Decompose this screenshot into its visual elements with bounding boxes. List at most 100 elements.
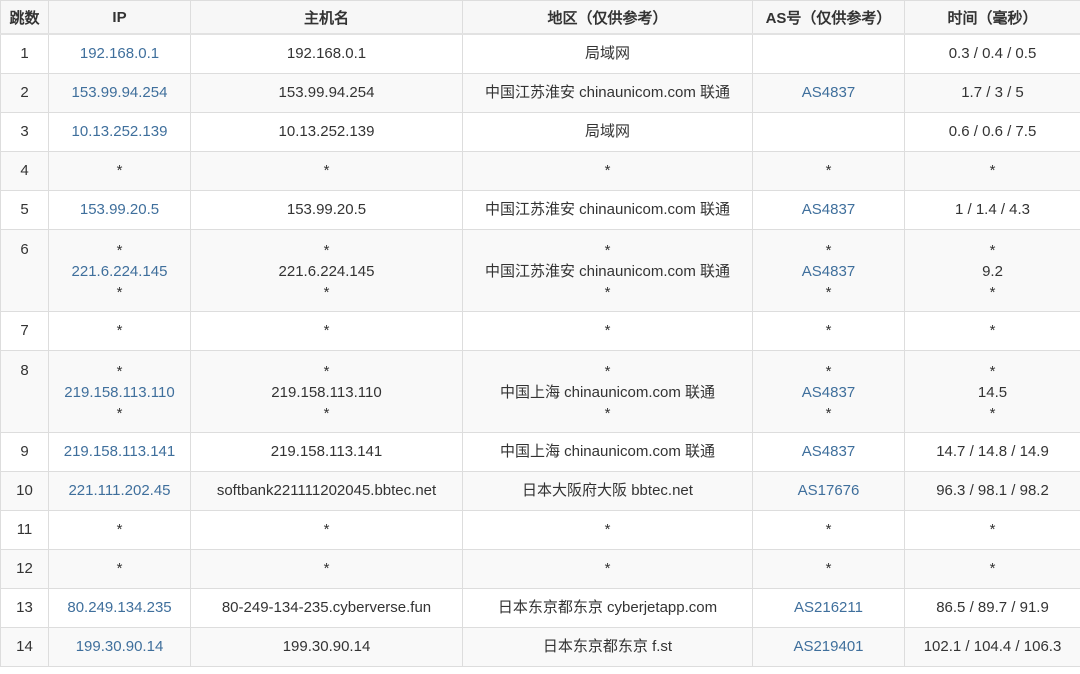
region-value: 日本东京都东京 f.st bbox=[542, 638, 673, 655]
ip-value[interactable]: 219.158.113.141 bbox=[53, 441, 186, 462]
ip-value[interactable]: 80.249.134.235 bbox=[53, 597, 186, 618]
region-value: 中国江苏淮安 chinaunicom.com 联通 bbox=[484, 84, 731, 101]
hop-cell: 9 bbox=[0, 431, 49, 472]
hostname-value: * bbox=[323, 560, 330, 577]
time-cell: 0.6 / 0.6 / 7.5 bbox=[904, 111, 1080, 152]
table-row: 9 219.158.113.141 219.158.113.141 中国上海 chin… bbox=[0, 431, 1080, 472]
time-value: * bbox=[989, 560, 996, 577]
as-cell: AS219401 bbox=[752, 626, 905, 667]
as-cell: AS17676 bbox=[752, 470, 905, 511]
time-cell: * bbox=[904, 150, 1080, 191]
time-value: * bbox=[989, 162, 996, 179]
time-cell: 102.1 / 104.4 / 106.3 bbox=[904, 626, 1080, 667]
as-cell: * bbox=[752, 509, 905, 550]
as-cell: * AS4837 * bbox=[752, 349, 905, 433]
region-value: * bbox=[604, 322, 611, 339]
table-body: 1 192.168.0.1 192.168.0.1 局域网 0.3 / 0.4 / 0.… bbox=[0, 33, 1080, 667]
ip-value[interactable]: 219.158.113.110 bbox=[53, 382, 186, 403]
as-value[interactable]: AS4837 bbox=[757, 199, 900, 220]
hostname-value: 80-249-134-235.cyberverse.fun bbox=[221, 599, 432, 616]
ip-cell: 10.13.252.139 bbox=[48, 111, 191, 152]
table-row: 7 * * * * * bbox=[0, 310, 1080, 351]
region-cell: 中国上海 chinaunicom.com 联通 bbox=[462, 431, 753, 472]
hostname-cell: 153.99.20.5 bbox=[190, 189, 463, 230]
hostname-cell: 153.99.94.254 bbox=[190, 72, 463, 113]
ip-value[interactable]: 221.111.202.45 bbox=[53, 480, 186, 501]
ip-cell: 80.249.134.235 bbox=[48, 587, 191, 628]
time-cell: * bbox=[904, 509, 1080, 550]
traceroute-table: 跳数 IP 主机名 地区（仅供参考） AS号（仅供参考） 时间（毫秒） 1 192… bbox=[0, 0, 1080, 667]
time-value: 9.2 bbox=[982, 262, 1003, 280]
table-row: 8 * 219.158.113.110 * * 219.158.113.110 * * 中国上海… bbox=[0, 349, 1080, 433]
as-value[interactable]: AS17676 bbox=[757, 480, 900, 501]
as-value[interactable]: AS4837 bbox=[757, 82, 900, 103]
hostname-value: * bbox=[323, 322, 330, 339]
as-value[interactable]: AS219401 bbox=[757, 636, 900, 657]
ip-cell: * 219.158.113.110 * bbox=[48, 349, 191, 433]
time-value: 86.5 / 89.7 / 91.9 bbox=[936, 599, 1049, 616]
as-value: * bbox=[825, 521, 832, 538]
time-cell: * 14.5 * bbox=[904, 349, 1080, 433]
region-value: 中国上海 chinaunicom.com 联通 bbox=[499, 383, 716, 401]
as-value: * bbox=[825, 283, 832, 301]
time-value: 0.6 / 0.6 / 7.5 bbox=[948, 123, 1037, 140]
as-cell: AS4837 bbox=[752, 72, 905, 113]
region-cell: * bbox=[462, 310, 753, 351]
hop-cell: 11 bbox=[0, 509, 49, 550]
ip-value[interactable]: 221.6.224.145 bbox=[53, 261, 186, 282]
as-value[interactable]: AS4837 bbox=[757, 441, 900, 462]
table-row: 11 * * * * * bbox=[0, 509, 1080, 550]
as-value[interactable]: AS4837 bbox=[757, 382, 900, 403]
region-cell: 中国江苏淮安 chinaunicom.com 联通 bbox=[462, 189, 753, 230]
hostname-cell: * bbox=[190, 150, 463, 191]
as-cell: * AS4837 * bbox=[752, 228, 905, 312]
region-value: * bbox=[604, 560, 611, 577]
region-value: 日本东京都东京 cyberjetapp.com bbox=[497, 599, 718, 616]
hop-cell: 7 bbox=[0, 310, 49, 351]
header-as: AS号（仅供参考） bbox=[752, 0, 905, 35]
table-row: 2 153.99.94.254 153.99.94.254 中国江苏淮安 chinau… bbox=[0, 72, 1080, 113]
hop-cell: 6 bbox=[0, 228, 49, 312]
hostname-value: 199.30.90.14 bbox=[282, 638, 371, 655]
time-cell: * bbox=[904, 310, 1080, 351]
hostname-value: 219.158.113.141 bbox=[270, 443, 383, 460]
ip-value: * bbox=[116, 241, 123, 259]
as-cell: AS4837 bbox=[752, 189, 905, 230]
region-value: * bbox=[604, 521, 611, 538]
time-value: 0.3 / 0.4 / 0.5 bbox=[948, 45, 1037, 63]
hostname-value: 221.6.224.145 bbox=[278, 262, 375, 280]
hop-cell: 13 bbox=[0, 587, 49, 628]
hostname-value: 153.99.20.5 bbox=[286, 201, 367, 218]
table-row: 6 * 221.6.224.145 * * 221.6.224.145 * * 中国江苏淮安 c… bbox=[0, 228, 1080, 312]
hostname-cell: 10.13.252.139 bbox=[190, 111, 463, 152]
time-cell: 1 / 1.4 / 4.3 bbox=[904, 189, 1080, 230]
ip-value: * bbox=[116, 560, 123, 577]
hostname-cell: 80-249-134-235.cyberverse.fun bbox=[190, 587, 463, 628]
hostname-value: * bbox=[323, 283, 330, 301]
as-cell bbox=[752, 33, 905, 74]
as-value: * bbox=[825, 404, 832, 422]
ip-value: * bbox=[116, 362, 123, 380]
hostname-value: 219.158.113.110 bbox=[271, 383, 382, 401]
time-cell: 14.7 / 14.8 / 14.9 bbox=[904, 431, 1080, 472]
time-cell: 86.5 / 89.7 / 91.9 bbox=[904, 587, 1080, 628]
header-time: 时间（毫秒） bbox=[904, 0, 1080, 35]
hostname-value: softbank221111202045.bbtec.net bbox=[216, 482, 437, 499]
ip-value[interactable]: 199.30.90.14 bbox=[53, 636, 186, 657]
ip-value[interactable]: 192.168.0.1 bbox=[53, 43, 186, 64]
table-row: 10 221.111.202.45 softbank221111202045.bbt… bbox=[0, 470, 1080, 511]
region-cell: * bbox=[462, 150, 753, 191]
hostname-value: 10.13.252.139 bbox=[278, 123, 375, 140]
region-value: * bbox=[604, 404, 611, 422]
time-value: * bbox=[989, 521, 996, 538]
ip-cell: 153.99.20.5 bbox=[48, 189, 191, 230]
as-value[interactable]: AS4837 bbox=[757, 261, 900, 282]
time-cell: 96.3 / 98.1 / 98.2 bbox=[904, 470, 1080, 511]
ip-value[interactable]: 153.99.20.5 bbox=[53, 199, 186, 220]
region-cell: * bbox=[462, 509, 753, 550]
ip-cell: 219.158.113.141 bbox=[48, 431, 191, 472]
header-row: 跳数 IP 主机名 地区（仅供参考） AS号（仅供参考） 时间（毫秒） bbox=[0, 0, 1080, 35]
ip-value[interactable]: 153.99.94.254 bbox=[53, 82, 186, 103]
as-value[interactable]: AS216211 bbox=[757, 597, 900, 618]
ip-value[interactable]: 10.13.252.139 bbox=[53, 121, 186, 142]
